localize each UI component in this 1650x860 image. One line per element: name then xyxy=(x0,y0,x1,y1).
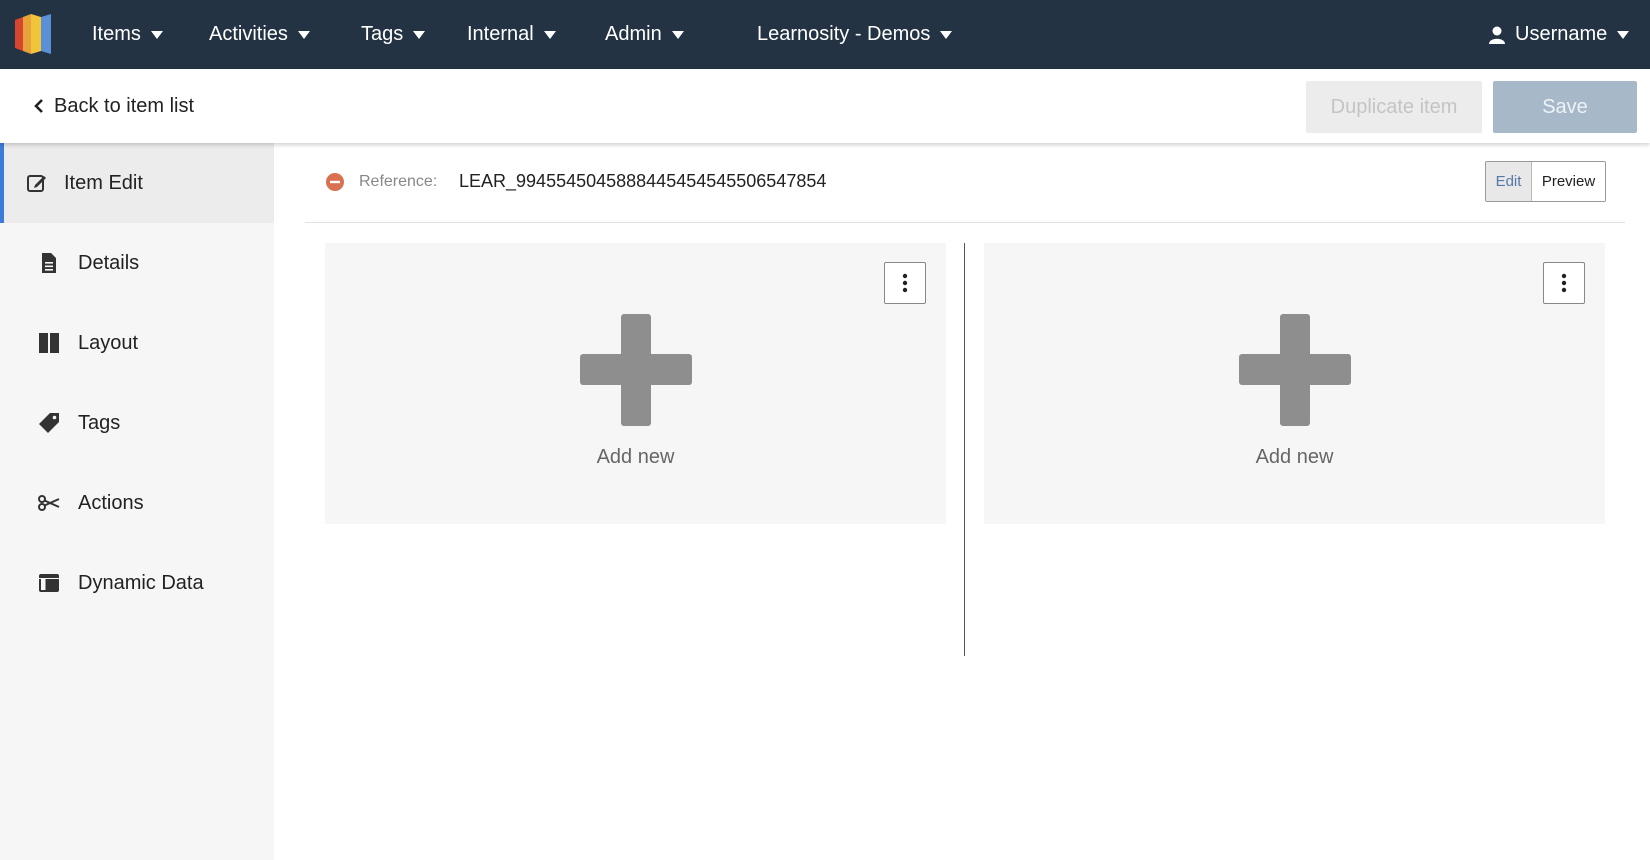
scissors-icon xyxy=(38,495,60,511)
nav-tags-label: Tags xyxy=(361,23,404,45)
edit-icon xyxy=(27,175,46,192)
table-icon xyxy=(39,574,59,592)
username-label: Username xyxy=(1515,23,1608,45)
edit-preview-toggle: Edit Preview xyxy=(1485,161,1606,202)
sidebar-item-item-edit[interactable]: Item Edit xyxy=(0,143,274,223)
save-button[interactable]: Save xyxy=(1493,81,1637,133)
columns-icon xyxy=(39,333,59,353)
vertical-ellipsis-icon xyxy=(1561,273,1567,293)
item-toolbar: Back to item list Duplicate item Save xyxy=(0,69,1650,143)
sidebar-item-label: Details xyxy=(78,251,140,274)
document-icon xyxy=(42,253,56,273)
vertical-ellipsis-icon xyxy=(902,273,908,293)
back-to-item-list-link[interactable]: Back to item list xyxy=(32,69,194,143)
tag-icon xyxy=(39,413,59,433)
nav-organisation-menu[interactable]: Learnosity - Demos xyxy=(757,0,953,69)
nav-admin-label: Admin xyxy=(605,23,662,45)
user-menu[interactable]: Username xyxy=(1487,0,1630,69)
sidebar-item-actions[interactable]: Actions xyxy=(0,463,274,543)
add-widget-panel-right[interactable]: Add new xyxy=(984,243,1605,524)
user-icon xyxy=(1489,26,1505,44)
nav-internal-menu[interactable]: Internal xyxy=(467,0,556,69)
sidebar-item-label: Layout xyxy=(78,331,139,354)
reference-value[interactable]: LEAR_9945545045888445454545506547854 xyxy=(459,171,826,192)
reference-label: Reference: xyxy=(359,173,438,190)
caret-down-icon xyxy=(543,30,556,39)
nav-admin-menu[interactable]: Admin xyxy=(605,0,684,69)
sidebar: Item Edit Details Layout Tags Actions Dy… xyxy=(0,143,274,860)
sidebar-item-label: Item Edit xyxy=(64,171,143,194)
minus-circle-icon[interactable] xyxy=(325,172,345,192)
nav-items-label: Items xyxy=(92,23,141,45)
plus-icon[interactable] xyxy=(580,314,692,426)
preview-mode-button[interactable]: Preview xyxy=(1532,162,1605,201)
caret-down-icon xyxy=(940,30,953,39)
sidebar-item-dynamic-data[interactable]: Dynamic Data xyxy=(0,543,274,623)
add-widget-panel-left[interactable]: Add new xyxy=(325,243,946,524)
nav-organisation-label: Learnosity - Demos xyxy=(757,23,931,45)
caret-down-icon xyxy=(671,30,684,39)
sidebar-item-label: Dynamic Data xyxy=(78,571,204,594)
add-new-label: Add new xyxy=(1255,446,1334,468)
sidebar-item-tags[interactable]: Tags xyxy=(0,383,274,463)
nav-items-menu[interactable]: Items xyxy=(92,0,163,69)
nav-internal-label: Internal xyxy=(467,23,534,45)
duplicate-item-button[interactable]: Duplicate item xyxy=(1306,81,1482,133)
sidebar-item-label: Actions xyxy=(78,491,144,514)
panel-options-button[interactable] xyxy=(884,262,926,304)
learnosity-logo[interactable] xyxy=(15,14,57,54)
edit-mode-button[interactable]: Edit xyxy=(1486,162,1532,201)
add-new-label: Add new xyxy=(596,446,675,468)
back-link-label: Back to item list xyxy=(54,94,195,117)
nav-tags-menu[interactable]: Tags xyxy=(361,0,426,69)
top-nav-bar: Items Activities Tags Internal Admin Lea… xyxy=(0,0,1650,69)
nav-activities-menu[interactable]: Activities xyxy=(209,0,310,69)
sidebar-item-label: Tags xyxy=(78,411,121,434)
plus-icon[interactable] xyxy=(1239,314,1351,426)
sidebar-item-layout[interactable]: Layout xyxy=(0,303,274,383)
sidebar-item-details[interactable]: Details xyxy=(0,223,274,303)
chevron-left-icon xyxy=(34,99,43,113)
column-divider xyxy=(964,243,965,656)
caret-down-icon xyxy=(297,30,310,39)
caret-down-icon xyxy=(413,30,426,39)
panel-options-button[interactable] xyxy=(1543,262,1585,304)
reference-bar: Reference: LEAR_994554504588844545454550… xyxy=(305,143,1625,223)
caret-down-icon xyxy=(1617,30,1630,39)
nav-activities-label: Activities xyxy=(209,23,288,45)
caret-down-icon xyxy=(150,30,163,39)
